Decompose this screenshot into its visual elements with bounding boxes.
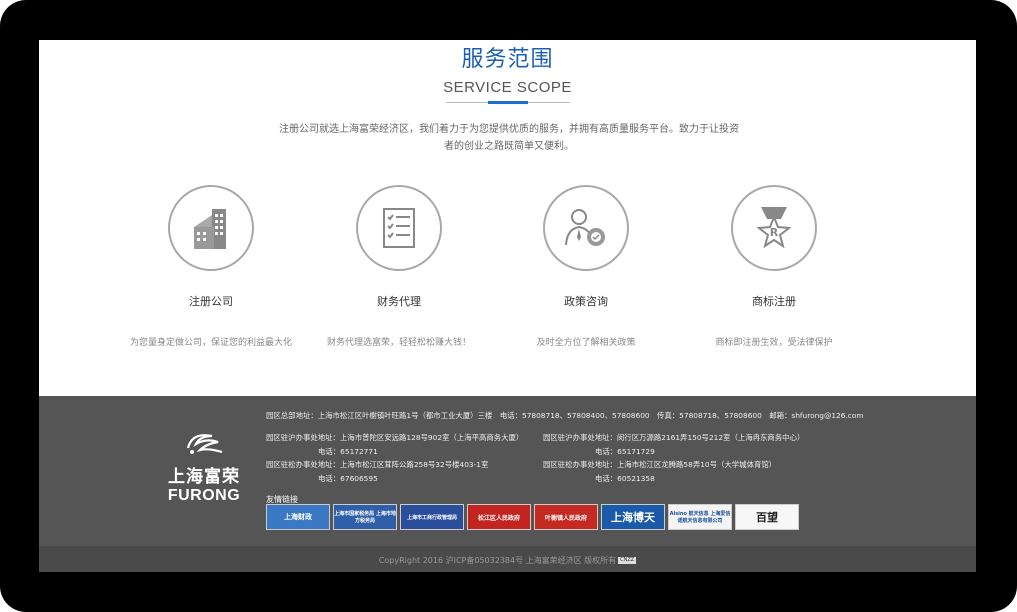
service-icon-circle: R <box>731 185 817 271</box>
section-intro: 注册公司就选上海富荣经济区，我们着力于为您提供优质的服务，并拥有高质量服务平台。… <box>269 121 749 155</box>
office-address-1: 园区驻沪办事处地址：上海市普陀区安远路128号902室（上海平高商务大厦） <box>266 433 524 442</box>
link-shanghai-tax[interactable]: 上海市国家税务局 上海市地方税务局 <box>333 504 397 530</box>
office-address-4: 园区驻松办事处地址：上海市松江区龙腾路58弄10号（大学城体育馆） <box>543 460 777 469</box>
intro-line-1: 注册公司就选上海富荣经济区，我们着力于为您提供优质的服务，并拥有高质量服务平台。… <box>279 124 739 135</box>
service-desc: 财务代理选富荣，轻轻松松赚大钱！ <box>326 338 471 348</box>
service-icon-circle <box>543 185 629 271</box>
web-page: 服务范围 SERVICE SCOPE 注册公司就选上海富荣经济区，我们着力于为您… <box>39 40 976 572</box>
intro-line-2: 者的创业之路既简单又便利。 <box>444 141 574 152</box>
service-desc: 及时全方位了解相关政策 <box>536 338 636 348</box>
office-address-3: 园区驻松办事处地址：上海市松江区茸阵公路258号32号楼403-1室 <box>266 460 489 469</box>
link-shanghai-aic[interactable]: 上海市工商行政管理局 <box>400 504 464 530</box>
title-divider <box>445 101 570 104</box>
link-shanghai-finance[interactable]: 上海财政 <box>266 504 330 530</box>
office-phone-3: 电话：67606595 <box>318 474 378 483</box>
device-frame: 服务范围 SERVICE SCOPE 注册公司就选上海富荣经济区，我们着力于为您… <box>0 0 1017 612</box>
furong-logo[interactable]: 上海富荣 FURONG <box>159 428 249 505</box>
office-phone-4: 电话：60521358 <box>595 474 655 483</box>
svg-text:R: R <box>770 226 779 239</box>
service-title: 政策咨询 <box>564 295 608 308</box>
link-shanghai-botian[interactable]: 上海博天 <box>601 504 665 530</box>
hq-address: 园区总部地址：上海市松江区叶榭镇叶旺路1号（都市工业大厦）三楼 电话：57808… <box>266 411 864 420</box>
service-trademark[interactable]: R 商标注册 商标即注册生效，受法律保护 <box>679 185 869 348</box>
logo-text-cn: 上海富荣 <box>168 467 240 487</box>
service-financial-agent[interactable]: 财务代理 财务代理选富荣，轻轻松松赚大钱！ <box>304 185 494 348</box>
office-address-2: 园区驻沪办事处地址：闵行区万源路2161弄150号212室（上海冉东商务中心） <box>543 433 805 442</box>
cnzz-badge[interactable]: CNZZ <box>618 557 637 564</box>
service-register-company[interactable]: 注册公司 为您量身定做公司，保证您的利益最大化 <box>116 185 306 348</box>
service-desc: 商标即注册生效，受法律保护 <box>715 338 833 348</box>
service-title: 财务代理 <box>377 295 421 308</box>
consultant-gear-icon <box>565 209 605 246</box>
service-title: 注册公司 <box>189 295 233 308</box>
friendly-links: 上海财政 上海市国家税务局 上海市地方税务局 上海市工商行政管理局 松江区人民政… <box>266 504 799 530</box>
section-title-en: SERVICE SCOPE <box>443 79 572 96</box>
service-title: 商标注册 <box>752 295 796 308</box>
copyright-bar: CopyRight 2016 沪ICP备05032384号 上海富荣经济区 版权… <box>39 546 976 572</box>
link-aisino[interactable]: Aisino 航天信息 上海爱信诺航天信息有限公司 <box>668 504 732 530</box>
logo-text-en: FURONG <box>167 487 241 504</box>
link-yexie-gov[interactable]: 叶榭镇人民政府 <box>534 504 598 530</box>
service-desc: 为您量身定做公司，保证您的利益最大化 <box>129 338 292 348</box>
title-divider-accent <box>487 101 528 104</box>
office-phone-1: 电话：65172771 <box>318 447 378 456</box>
service-icon-circle <box>168 185 254 271</box>
service-icon-circle <box>356 185 442 271</box>
copyright-text: CopyRight 2016 沪ICP备05032384号 上海富荣经济区 版权… <box>378 556 617 565</box>
building-icon <box>194 209 226 249</box>
checklist-icon <box>383 208 415 248</box>
office-phone-2: 电话：65171729 <box>595 447 655 456</box>
trademark-medal-icon: R <box>756 207 792 249</box>
service-policy-consult[interactable]: 政策咨询 及时全方位了解相关政策 <box>491 185 681 348</box>
link-baiwang[interactable]: 百望 <box>735 504 799 530</box>
section-title-cn: 服务范围 <box>461 47 554 72</box>
section-heading: 服务范围 SERVICE SCOPE <box>39 40 976 104</box>
furong-mark-icon <box>186 434 223 454</box>
site-footer: 上海富荣 FURONG 园区总部地址：上海市松江区叶榭镇叶旺路1号（都市工业大厦… <box>39 396 976 546</box>
link-songjiang-gov[interactable]: 松江区人民政府 <box>467 504 531 530</box>
